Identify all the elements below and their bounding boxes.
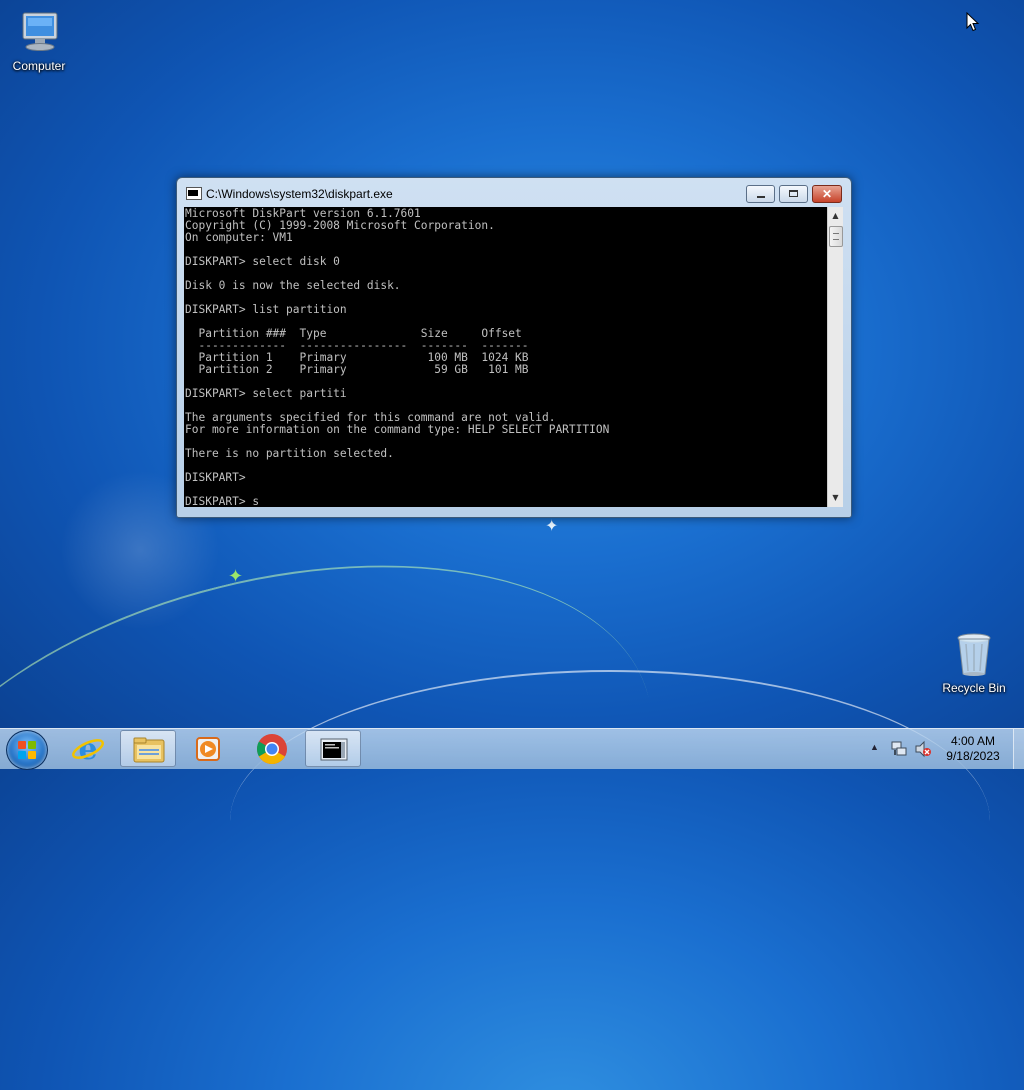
taskbar-internet-explorer[interactable]: e bbox=[60, 730, 116, 767]
internet-explorer-icon: e bbox=[72, 732, 104, 767]
wallpaper-sparkle: ✦ bbox=[545, 516, 559, 535]
console-text: Microsoft DiskPart version 6.1.7601 Copy… bbox=[185, 207, 610, 508]
network-icon[interactable] bbox=[890, 740, 908, 758]
diskpart-window[interactable]: C:\Windows\system32\diskpart.exe ✕ Micro… bbox=[176, 177, 852, 518]
taskbar-chrome[interactable] bbox=[244, 730, 300, 767]
wallpaper-swoosh bbox=[230, 670, 990, 972]
scroll-thumb[interactable] bbox=[829, 226, 843, 247]
taskbar: e ▲ 4:00 AM 9/18/2023 bbox=[0, 728, 1024, 770]
recycle-bin-icon bbox=[950, 630, 998, 678]
clock[interactable]: 4:00 AM 9/18/2023 bbox=[938, 734, 1008, 774]
desktop-icon-computer[interactable]: Computer bbox=[1, 8, 77, 73]
window-titlebar[interactable]: C:\Windows\system32\diskpart.exe ✕ bbox=[177, 178, 851, 208]
minimize-icon bbox=[757, 196, 765, 198]
close-button[interactable]: ✕ bbox=[812, 185, 842, 203]
svg-text:e: e bbox=[78, 732, 97, 767]
start-button[interactable] bbox=[6, 730, 48, 770]
media-player-icon bbox=[196, 737, 220, 761]
console-scrollbar[interactable]: ▲ ▼ bbox=[827, 207, 843, 507]
desktop-icon-recycle-bin[interactable]: Recycle Bin bbox=[936, 630, 1012, 695]
console-icon bbox=[186, 187, 202, 200]
desktop-icon-label: Recycle Bin bbox=[942, 681, 1006, 695]
console-output[interactable]: Microsoft DiskPart version 6.1.7601 Copy… bbox=[184, 207, 827, 507]
mouse-cursor-icon bbox=[966, 12, 980, 32]
volume-muted-icon[interactable] bbox=[914, 740, 932, 758]
system-tray: ▲ bbox=[860, 729, 938, 769]
taskbar-file-explorer[interactable] bbox=[120, 730, 176, 767]
console-icon bbox=[320, 738, 348, 761]
scroll-up-arrow-icon[interactable]: ▲ bbox=[828, 208, 843, 224]
desktop-icon-label: Computer bbox=[12, 59, 66, 73]
taskbar-diskpart-console[interactable] bbox=[305, 730, 361, 767]
clock-time: 4:00 AM bbox=[950, 734, 996, 748]
clock-date: 9/18/2023 bbox=[946, 749, 1000, 763]
show-hidden-icons-arrow[interactable]: ▲ bbox=[870, 742, 879, 752]
scroll-down-arrow-icon[interactable]: ▼ bbox=[828, 490, 843, 506]
computer-icon bbox=[15, 8, 63, 56]
wallpaper-sparkle: ✦ bbox=[228, 566, 244, 587]
wallpaper-swoosh bbox=[0, 491, 700, 1090]
chrome-icon bbox=[256, 734, 287, 765]
maximize-button[interactable] bbox=[779, 185, 808, 203]
window-title: C:\Windows\system32\diskpart.exe bbox=[206, 187, 393, 201]
minimize-button[interactable] bbox=[746, 185, 775, 203]
folder-icon bbox=[133, 737, 165, 763]
maximize-icon bbox=[789, 190, 798, 197]
show-desktop-button[interactable] bbox=[1013, 729, 1024, 769]
taskbar-media-player[interactable] bbox=[180, 730, 236, 767]
windows-logo-icon bbox=[18, 741, 36, 759]
close-icon: ✕ bbox=[821, 187, 833, 201]
